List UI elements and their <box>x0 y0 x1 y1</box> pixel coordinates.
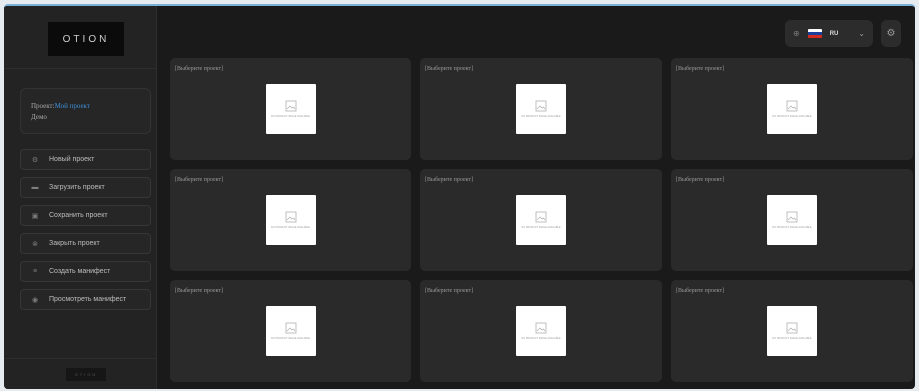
globe-icon: ⊕ <box>793 29 800 38</box>
image-icon <box>786 322 798 334</box>
no-image-placeholder: NO PRODUCT IMAGE AVAILABLE <box>767 195 817 245</box>
close-circle-icon: ⊗ <box>32 240 38 248</box>
sidebar-divider <box>4 358 157 359</box>
no-image-placeholder: NO PRODUCT IMAGE AVAILABLE <box>516 84 566 134</box>
new-project-button[interactable]: ⚙ Новый проект <box>20 149 151 170</box>
image-icon <box>535 100 547 112</box>
menu-label: Создать манифест <box>49 268 111 275</box>
language-selector[interactable]: ⊕ RU ⌄ <box>785 20 873 47</box>
image-icon <box>535 211 547 223</box>
project-info-card: Проект:Мой проект Демо <box>20 88 151 134</box>
image-icon <box>786 100 798 112</box>
close-project-button[interactable]: ⊗ Закрыть проект <box>20 233 151 254</box>
view-manifest-button[interactable]: ◉ Просмотреть манифест <box>20 289 151 310</box>
project-panel[interactable]: [Выберите проект] NO PRODUCT IMAGE AVAIL… <box>170 280 411 382</box>
menu-label: Закрыть проект <box>49 240 100 247</box>
sidebar-divider <box>4 68 157 69</box>
gear-icon: ⚙ <box>886 28 896 39</box>
project-title-line: Проект:Мой проект <box>31 101 150 112</box>
save-project-button[interactable]: ▣ Сохранить проект <box>20 205 151 226</box>
no-image-placeholder: NO PRODUCT IMAGE AVAILABLE <box>265 84 316 134</box>
project-panel[interactable]: [Выберите проект] NO PRODUCT IMAGE AVAIL… <box>420 280 662 382</box>
folder-icon: ▬ <box>31 184 39 191</box>
app-window: OTION Проект:Мой проект Демо ⚙ Новый про… <box>4 4 915 389</box>
project-panel[interactable]: [Выберите проект] NO PRODUCT IMAGE AVAIL… <box>671 58 913 160</box>
project-subtitle: Демо <box>31 113 47 121</box>
no-image-placeholder: NO PRODUCT IMAGE AVAILABLE <box>265 306 316 356</box>
placeholder-text: NO PRODUCT IMAGE AVAILABLE <box>521 337 561 340</box>
manifest-icon: ≡ <box>32 268 38 275</box>
menu-label: Сохранить проект <box>49 212 108 219</box>
no-image-placeholder: NO PRODUCT IMAGE AVAILABLE <box>516 306 566 356</box>
no-image-placeholder: NO PRODUCT IMAGE AVAILABLE <box>516 195 566 245</box>
project-panel[interactable]: [Выберите проект] NO PRODUCT IMAGE AVAIL… <box>671 280 913 382</box>
settings-button[interactable]: ⚙ <box>881 20 901 47</box>
panel-label: [Выберите проект] <box>676 177 725 183</box>
placeholder-text: NO PRODUCT IMAGE AVAILABLE <box>270 115 311 118</box>
app-logo: OTION <box>48 22 124 56</box>
project-name: Мой проект <box>54 102 90 110</box>
save-icon: ▣ <box>31 212 39 220</box>
panel-label: [Выберите проект] <box>425 66 474 72</box>
topbar-controls: ⊕ RU ⌄ ⚙ <box>785 20 901 47</box>
placeholder-text: NO PRODUCT IMAGE AVAILABLE <box>270 226 311 229</box>
menu-label: Просмотреть манифест <box>49 296 127 303</box>
plus-circle-icon: ⚙ <box>31 156 39 164</box>
image-icon <box>285 322 296 334</box>
russia-flag-icon <box>807 29 822 38</box>
project-panel-grid: [Выберите проект] NO PRODUCT IMAGE AVAIL… <box>170 58 913 382</box>
project-panel[interactable]: [Выберите проект] NO PRODUCT IMAGE AVAIL… <box>170 58 411 160</box>
chevron-down-icon: ⌄ <box>858 29 865 38</box>
panel-label: [Выберите проект] <box>676 66 725 72</box>
project-panel[interactable]: [Выберите проект] NO PRODUCT IMAGE AVAIL… <box>671 169 913 271</box>
placeholder-text: NO PRODUCT IMAGE AVAILABLE <box>772 226 812 229</box>
panel-label: [Выберите проект] <box>676 288 725 294</box>
load-project-button[interactable]: ▬ Загрузить проект <box>20 177 151 198</box>
panel-label: [Выберите проект] <box>175 177 224 183</box>
project-label: Проект: <box>31 102 55 110</box>
panel-label: [Выберите проект] <box>425 177 474 183</box>
panel-label: [Выберите проект] <box>175 288 224 294</box>
image-icon <box>285 211 296 223</box>
no-image-placeholder: NO PRODUCT IMAGE AVAILABLE <box>265 195 316 245</box>
image-icon <box>285 100 296 112</box>
placeholder-text: NO PRODUCT IMAGE AVAILABLE <box>772 115 812 118</box>
project-panel[interactable]: [Выберите проект] NO PRODUCT IMAGE AVAIL… <box>170 169 411 271</box>
eye-icon: ◉ <box>31 296 39 304</box>
image-icon <box>535 322 547 334</box>
project-panel[interactable]: [Выберите проект] NO PRODUCT IMAGE AVAIL… <box>420 58 662 160</box>
language-code: RU <box>829 30 839 37</box>
placeholder-text: NO PRODUCT IMAGE AVAILABLE <box>521 115 561 118</box>
panel-label: [Выберите проект] <box>425 288 474 294</box>
sidebar: OTION Проект:Мой проект Демо ⚙ Новый про… <box>4 6 157 389</box>
footer-logo: OTION <box>66 368 106 381</box>
no-image-placeholder: NO PRODUCT IMAGE AVAILABLE <box>767 306 817 356</box>
flag-stripe <box>807 35 822 38</box>
no-image-placeholder: NO PRODUCT IMAGE AVAILABLE <box>767 84 817 134</box>
panel-label: [Выберите проект] <box>175 66 224 72</box>
placeholder-text: NO PRODUCT IMAGE AVAILABLE <box>521 226 561 229</box>
placeholder-text: NO PRODUCT IMAGE AVAILABLE <box>772 337 812 340</box>
menu-label: Загрузить проект <box>49 184 105 191</box>
placeholder-text: NO PRODUCT IMAGE AVAILABLE <box>270 337 311 340</box>
image-icon <box>786 211 798 223</box>
menu-label: Новый проект <box>49 156 95 163</box>
create-manifest-button[interactable]: ≡ Создать манифест <box>20 261 151 282</box>
project-panel[interactable]: [Выберите проект] NO PRODUCT IMAGE AVAIL… <box>420 169 662 271</box>
